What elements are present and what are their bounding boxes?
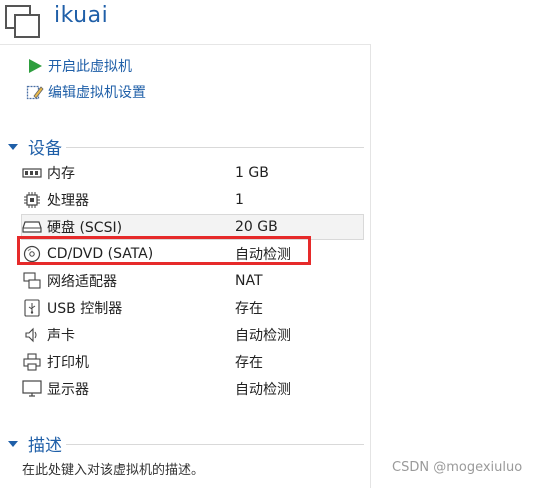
- watermark: CSDN @mogexiuluo: [392, 460, 523, 475]
- usb-icon: [22, 298, 42, 317]
- description-input[interactable]: 在此处键入对该虚拟机的描述。: [22, 459, 204, 478]
- edit-settings-icon: [26, 83, 44, 101]
- play-icon: [26, 57, 44, 75]
- device-row-display[interactable]: 显示器 自动检测: [22, 376, 362, 401]
- device-row-processor[interactable]: 处理器 1: [22, 187, 362, 212]
- device-row-memory[interactable]: 内存 1 GB: [22, 160, 362, 185]
- device-row-sound-card[interactable]: 声卡 自动检测: [22, 322, 362, 347]
- device-name: 处理器: [47, 192, 89, 209]
- printer-icon: [22, 352, 42, 371]
- description-section-title: 描述: [28, 435, 62, 456]
- device-row-printer[interactable]: 打印机 存在: [22, 349, 362, 374]
- power-on-label: 开启此虚拟机: [48, 59, 132, 75]
- device-value: 20 GB: [235, 219, 278, 235]
- device-name: 显示器: [47, 381, 89, 398]
- device-value: 存在: [235, 300, 263, 317]
- collapse-icon: [8, 441, 18, 447]
- collapse-icon: [8, 144, 18, 150]
- device-row-network-adapter[interactable]: 网络适配器 NAT: [22, 268, 362, 293]
- edit-settings-button[interactable]: 编辑虚拟机设置: [26, 82, 146, 102]
- device-value: 1 GB: [235, 164, 269, 181]
- edit-settings-label: 编辑虚拟机设置: [48, 85, 146, 101]
- memory-icon: [22, 164, 42, 182]
- power-on-button[interactable]: 开启此虚拟机: [26, 56, 132, 76]
- vm-icon: [4, 4, 42, 40]
- device-name: 内存: [47, 165, 75, 182]
- device-name: 声卡: [47, 327, 75, 344]
- hard-disk-icon: [22, 218, 42, 236]
- device-row-usb[interactable]: USB 控制器 存在: [22, 295, 362, 320]
- device-name: 网络适配器: [47, 273, 117, 290]
- devices-section-rule: [66, 147, 364, 148]
- devices-section-title: 设备: [28, 138, 62, 159]
- panel-divider: [370, 44, 371, 488]
- description-section-header[interactable]: 描述: [8, 432, 62, 456]
- device-name: USB 控制器: [47, 300, 123, 317]
- device-name: 打印机: [47, 354, 89, 371]
- description-section-rule: [66, 444, 364, 445]
- device-name: 硬盘 (SCSI): [47, 220, 123, 236]
- vm-title: ikuai: [54, 3, 109, 28]
- devices-section-header[interactable]: 设备: [8, 135, 62, 159]
- network-adapter-icon: [22, 271, 42, 290]
- header-divider: [0, 44, 370, 45]
- device-value: 存在: [235, 354, 263, 371]
- display-icon: [22, 379, 42, 398]
- device-value: 1: [235, 191, 244, 208]
- device-value: 自动检测: [235, 381, 291, 398]
- processor-icon: [22, 191, 42, 209]
- highlight-box: [17, 236, 311, 265]
- sound-card-icon: [22, 326, 42, 344]
- device-value: NAT: [235, 272, 263, 289]
- device-value: 自动检测: [235, 327, 291, 344]
